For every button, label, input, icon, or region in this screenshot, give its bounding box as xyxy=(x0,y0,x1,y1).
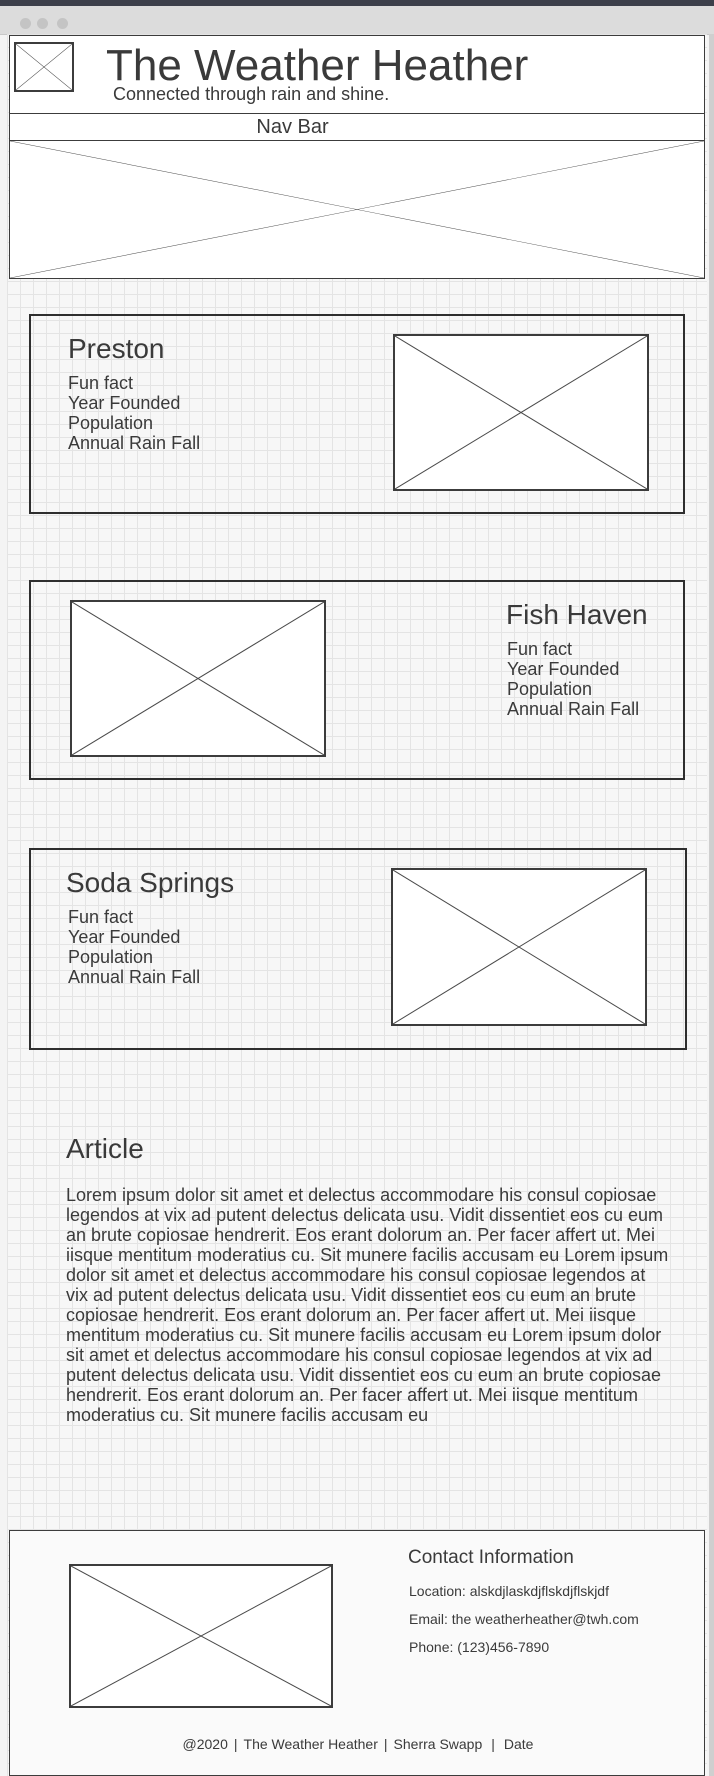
copyright-separator: | xyxy=(233,1736,238,1752)
fact-annual-rain-fall: Annual Rain Fall xyxy=(507,699,640,719)
fact-annual-rain-fall: Annual Rain Fall xyxy=(68,967,201,987)
copyright-separator: | xyxy=(383,1736,388,1752)
close-window-dot[interactable] xyxy=(20,18,31,29)
fact-fun-fact: Fun fact xyxy=(507,639,573,659)
copyright-year: @2020 xyxy=(182,1736,228,1752)
hero-image-placeholder xyxy=(9,140,705,279)
maximize-window-dot[interactable] xyxy=(57,18,68,29)
site-title: The Weather Heather xyxy=(106,41,529,90)
city-name: Preston xyxy=(68,333,165,364)
site-tagline: Connected through rain and shine. xyxy=(113,84,390,104)
city-image-placeholder xyxy=(70,600,326,757)
fact-population: Population xyxy=(68,947,154,967)
copyright-date: Date xyxy=(503,1736,534,1752)
placeholder-cross-icon xyxy=(10,141,704,278)
article-body: Lorem ipsum dolor sit amet et delectus a… xyxy=(66,1185,669,1425)
copyright-line: @2020 | The Weather Heather | Sherra Swapp | D… xyxy=(10,1736,706,1752)
fact-annual-rain-fall: Annual Rain Fall xyxy=(68,433,201,453)
window-title-bar xyxy=(0,6,714,35)
copyright-author: Sherra Swapp xyxy=(393,1736,483,1752)
fact-year-founded: Year Founded xyxy=(68,393,181,413)
contact-phone[interactable]: Phone: (123)456-7890 xyxy=(409,1639,549,1655)
nav-bar[interactable]: Nav Bar xyxy=(9,113,705,142)
site-footer: Contact Information Location: alskdjlask… xyxy=(9,1530,705,1776)
fact-year-founded: Year Founded xyxy=(507,659,620,679)
city-facts: Fun fact Year Founded Population Annual … xyxy=(68,907,200,987)
fact-population: Population xyxy=(68,413,154,433)
city-facts: Fun fact Year Founded Population Annual … xyxy=(507,639,639,719)
city-card-fish-haven: Fish Haven Fun fact Year Founded Populat… xyxy=(29,580,685,780)
city-name: Fish Haven xyxy=(506,599,648,630)
fact-population: Population xyxy=(507,679,593,699)
fact-fun-fact: Fun fact xyxy=(68,907,134,927)
site-header: The Weather Heather Connected through ra… xyxy=(9,35,705,115)
city-name: Soda Springs xyxy=(66,867,235,898)
contact-email[interactable]: Email: the weatherheather@twh.com xyxy=(409,1611,639,1627)
article-title: Article xyxy=(66,1133,144,1164)
fact-fun-fact: Fun fact xyxy=(68,373,134,393)
browser-window: The Weather Heather Connected through ra… xyxy=(0,0,714,1776)
city-image-placeholder xyxy=(391,868,647,1026)
city-card-preston: Preston Fun fact Year Founded Population… xyxy=(29,314,685,514)
footer-image-placeholder xyxy=(69,1564,333,1708)
fact-year-founded: Year Founded xyxy=(68,927,181,947)
minimize-window-dot[interactable] xyxy=(37,18,48,29)
wireframe-canvas: The Weather Heather Connected through ra… xyxy=(7,34,707,1776)
contact-title: Contact Information xyxy=(408,1547,574,1568)
city-card-soda-springs: Soda Springs Fun fact Year Founded Popul… xyxy=(29,848,687,1050)
city-image-placeholder xyxy=(393,334,649,491)
nav-bar-label: Nav Bar xyxy=(256,116,329,138)
city-facts: Fun fact Year Founded Population Annual … xyxy=(68,373,200,453)
scrollbar-track[interactable] xyxy=(709,34,714,1776)
copyright-separator: | xyxy=(491,1736,495,1752)
contact-location: Location: alskdjlaskdjflskdjflskjdf xyxy=(409,1583,609,1599)
copyright-site-name: The Weather Heather xyxy=(243,1736,378,1752)
logo-placeholder-image xyxy=(14,42,74,92)
